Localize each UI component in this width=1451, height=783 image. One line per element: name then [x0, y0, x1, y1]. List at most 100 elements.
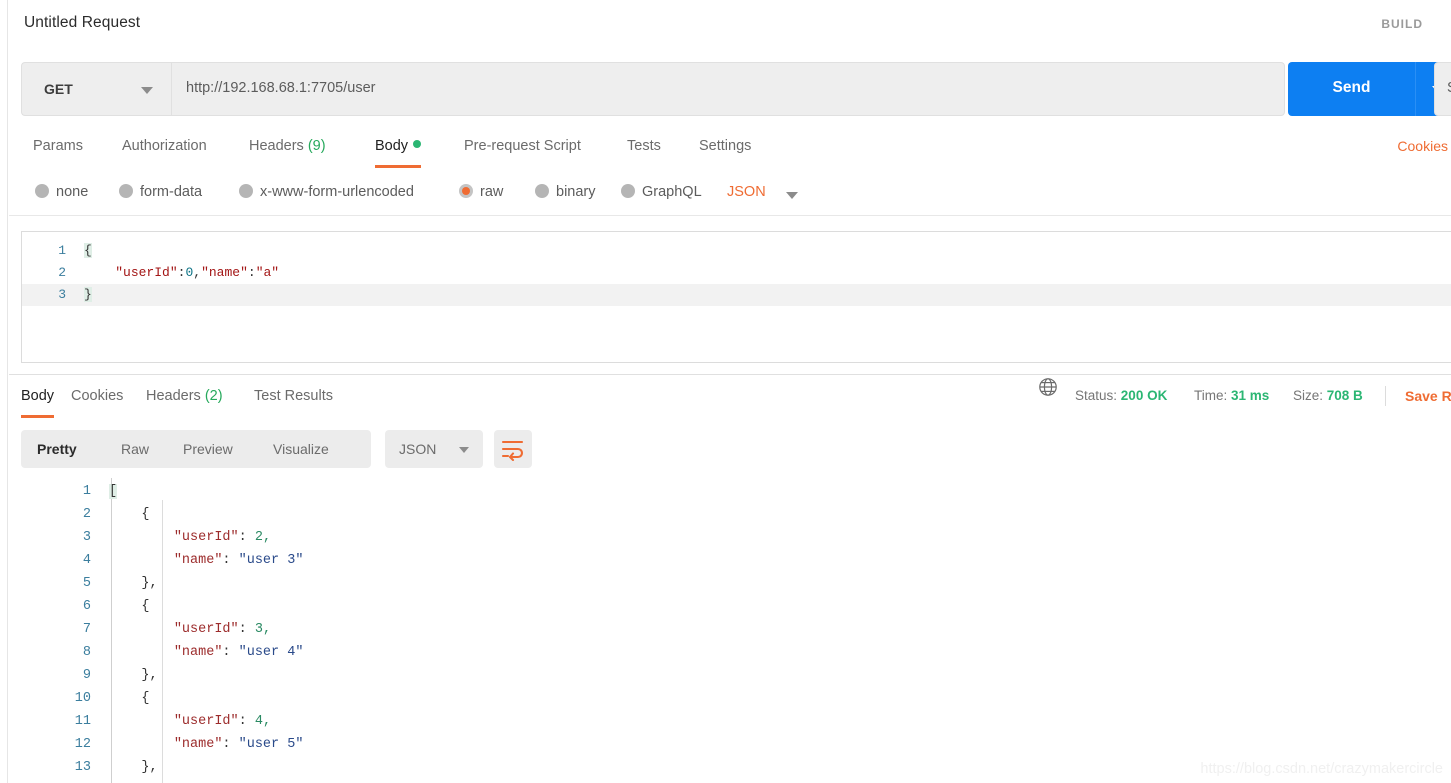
request-code-line: 1{ — [22, 240, 1451, 262]
response-tab-headers[interactable]: Headers (2) — [146, 378, 223, 418]
response-tab-body[interactable]: Body — [21, 378, 55, 418]
save-request-label: Save — [1447, 80, 1451, 96]
response-code-line: 1[ — [21, 480, 1451, 503]
response-code-line: 7 "userId": 3, — [21, 618, 1451, 641]
response-format-dropdown[interactable]: JSON — [385, 430, 483, 468]
response-code-line: 4 "name": "user 3" — [21, 549, 1451, 572]
response-view-mode-group: Pretty Raw Preview Visualize — [21, 430, 371, 468]
request-tab-headers[interactable]: Headers (9) — [249, 128, 326, 168]
code-text: { — [84, 243, 92, 258]
code-text: }, — [109, 760, 158, 775]
code-text: "name": "user 4" — [173, 645, 304, 660]
code-text: }, — [109, 576, 158, 591]
line-number: 5 — [82, 576, 91, 591]
response-tab-test-results[interactable]: Test Results — [254, 378, 333, 418]
radio-button-icon — [621, 184, 635, 198]
tab-label: Params — [33, 138, 83, 154]
http-method-dropdown[interactable]: GET — [21, 62, 171, 116]
body-type-label: GraphQL — [642, 184, 702, 200]
radio-button-icon — [119, 184, 133, 198]
tab-label: Headers — [146, 388, 201, 404]
body-type-raw[interactable]: raw — [459, 176, 503, 212]
save-response-button[interactable]: Save Re — [1405, 388, 1451, 404]
time-value: 31 ms — [1231, 388, 1270, 403]
request-title[interactable]: Untitled Request — [24, 14, 140, 32]
line-number: 1 — [58, 243, 66, 258]
url-row: GET http://192.168.68.1:7705/user Send S… — [9, 62, 1451, 116]
left-rail — [0, 0, 8, 783]
body-type-none[interactable]: none — [35, 176, 88, 212]
save-request-button[interactable]: Save — [1434, 62, 1451, 116]
line-number: 11 — [74, 714, 91, 729]
time-label: Time: 31 ms — [1194, 388, 1269, 403]
response-divider — [9, 374, 1451, 375]
body-type-label: form-data — [140, 184, 203, 200]
response-view-preview[interactable]: Preview — [183, 430, 233, 468]
code-text: { — [109, 691, 150, 706]
radio-button-icon — [535, 184, 549, 198]
body-type-form-data[interactable]: form-data — [119, 176, 202, 212]
code-text: "name": "user 5" — [173, 737, 304, 752]
chevron-down-icon — [141, 87, 153, 94]
request-code-line: 3} — [22, 284, 1451, 306]
tab-label: Test Results — [254, 388, 333, 404]
code-text: }, — [109, 668, 158, 683]
response-code-line: 12 "name": "user 5" — [21, 733, 1451, 756]
code-text: { — [109, 507, 150, 522]
body-type-label: raw — [480, 184, 504, 200]
tab-label: Body — [21, 388, 55, 404]
response-code-line: 13 }, — [21, 756, 1451, 779]
code-text: "userId": 4, — [173, 714, 272, 729]
size-text: Size: — [1293, 388, 1324, 403]
response-view-visualize[interactable]: Visualize — [273, 430, 329, 468]
status-label: Status: 200 OK — [1075, 388, 1167, 403]
url-input[interactable]: http://192.168.68.1:7705/user — [171, 62, 1285, 116]
chevron-down-icon[interactable] — [786, 192, 798, 199]
radio-button-icon — [459, 184, 473, 198]
active-tab-underline — [375, 165, 422, 168]
url-value: http://192.168.68.1:7705/user — [186, 80, 376, 96]
tab-label: Authorization — [122, 138, 207, 154]
body-type-graphql[interactable]: GraphQL — [621, 176, 702, 212]
request-tab-body[interactable]: Body — [375, 128, 422, 168]
code-text: "userId": 3, — [173, 622, 272, 637]
cookies-link[interactable]: Cookies — [1397, 138, 1448, 154]
response-tab-cookies[interactable]: Cookies — [71, 378, 123, 418]
request-tab-params[interactable]: Params — [33, 128, 83, 168]
status-value: 200 OK — [1120, 388, 1168, 403]
line-number: 9 — [82, 668, 91, 683]
response-view-raw[interactable]: Raw — [121, 430, 149, 468]
response-toolbar: Pretty Raw Preview Visualize JSON — [21, 430, 1451, 468]
line-number: 8 — [82, 645, 91, 660]
response-code-line: 5 }, — [21, 572, 1451, 595]
status-text: Status: — [1075, 388, 1118, 403]
build-label[interactable]: BUILD — [1381, 17, 1423, 31]
line-number: 3 — [58, 287, 66, 302]
response-view-pretty[interactable]: Pretty — [37, 430, 77, 468]
radio-button-icon — [239, 184, 253, 198]
request-tab-authorization[interactable]: Authorization — [122, 128, 207, 168]
tab-label: Tests — [627, 138, 661, 154]
request-title-row: Untitled Request BUILD — [9, 0, 1451, 50]
size-label: Size: 708 B — [1293, 388, 1363, 403]
response-body-viewer[interactable]: 1[2 {3 "userId": 2, 4 "name": "user 3" 5 }… — [21, 478, 1451, 783]
request-body-format-label[interactable]: JSON — [727, 184, 766, 200]
body-type-x-www-form-urlencoded[interactable]: x-www-form-urlencoded — [239, 176, 414, 212]
request-body-editor[interactable]: 1{2 "userId":0,"name":"a" 3} — [21, 231, 1451, 363]
body-type-binary[interactable]: binary — [535, 176, 596, 212]
request-tab-settings[interactable]: Settings — [699, 128, 751, 168]
code-text: "userId":0,"name":"a" — [115, 265, 280, 280]
send-button[interactable]: Send — [1288, 62, 1415, 116]
word-wrap-button[interactable] — [494, 430, 532, 468]
response-code-line: 3 "userId": 2, — [21, 526, 1451, 549]
request-code-line: 2 "userId":0,"name":"a" — [22, 262, 1451, 284]
chevron-down-icon — [459, 447, 469, 453]
request-tab-tests[interactable]: Tests — [627, 128, 661, 168]
tab-label: Pre-request Script — [464, 138, 581, 154]
line-number: 7 — [82, 622, 91, 637]
body-type-label: binary — [556, 184, 596, 200]
globe-icon — [1039, 378, 1057, 396]
request-tab-pre-request-script[interactable]: Pre-request Script — [464, 128, 581, 168]
time-text: Time: — [1194, 388, 1228, 403]
body-type-label: x-www-form-urlencoded — [260, 184, 414, 200]
